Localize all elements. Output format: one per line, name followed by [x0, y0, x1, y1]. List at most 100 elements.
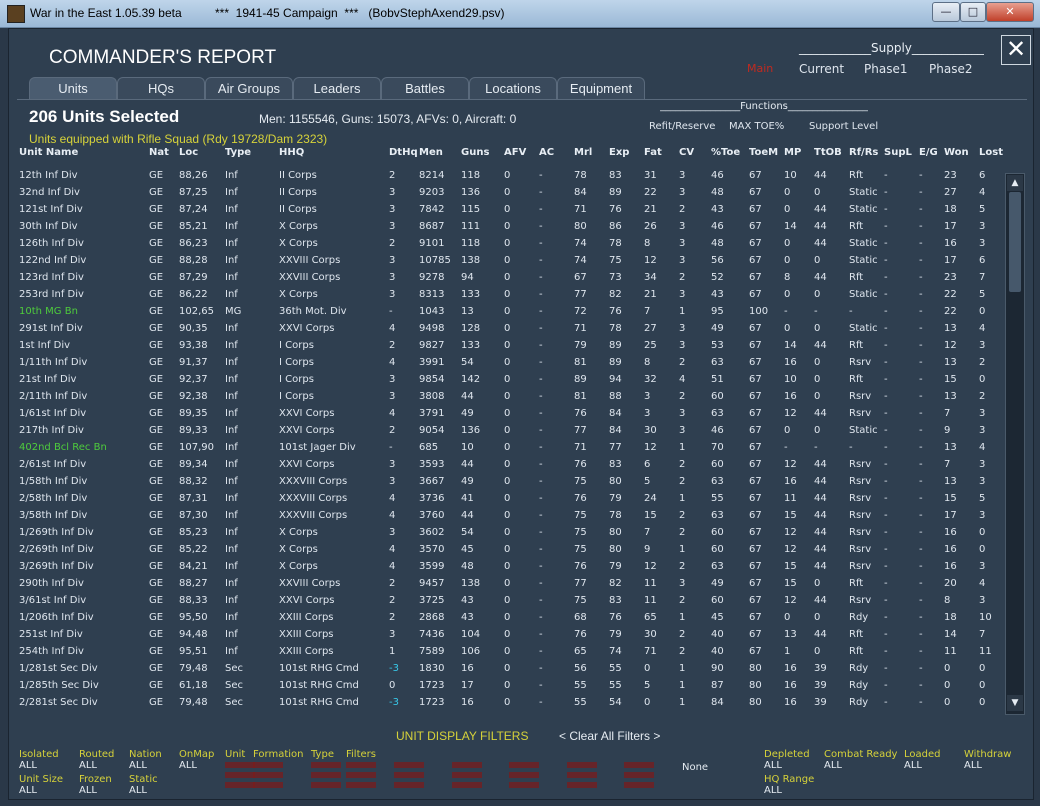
table-row[interactable]: 32nd Inf Div GE 87,25 Inf II Corps 3 9203 136 0 -…	[9, 185, 1009, 202]
table-scrollbar[interactable]: ▲ ▼	[1005, 173, 1025, 715]
cell-unit-name[interactable]: 1st Inf Div	[19, 340, 70, 351]
table-row[interactable]: 21st Inf Div GE 92,37 Inf I Corps 3 9854 142 0 - 8…	[9, 372, 1009, 389]
filter-isolated[interactable]: Isolated ALL	[19, 749, 59, 771]
filter-none[interactable]: None	[682, 762, 708, 773]
filter-combat-ready[interactable]: Combat Ready ALL	[824, 749, 897, 771]
col-header-afv[interactable]: AFV	[504, 147, 526, 158]
filter-option-chip[interactable]	[567, 762, 597, 768]
col-header-cv[interactable]: CV	[679, 147, 694, 158]
tab-air-groups[interactable]: Air Groups	[205, 77, 293, 100]
filter-option-chip[interactable]	[567, 782, 597, 788]
col-header-unit-name[interactable]: Unit Name	[19, 147, 78, 158]
filter-type[interactable]: Type	[311, 749, 334, 760]
col-header-fat[interactable]: Fat	[644, 147, 662, 158]
report-close-button[interactable]: ✕	[1001, 35, 1031, 65]
cell-unit-name[interactable]: 2/58th Inf Div	[19, 493, 87, 504]
supply-main[interactable]: Main	[747, 62, 773, 75]
col-header-mp[interactable]: MP	[784, 147, 801, 158]
table-row[interactable]: 3/58th Inf Div GE 87,30 Inf XXXVIII Corps 4 37…	[9, 508, 1009, 525]
table-row[interactable]: 123rd Inf Div GE 87,29 Inf XXVIII Corps 3 9278…	[9, 270, 1009, 287]
cell-unit-name[interactable]: 10th MG Bn	[19, 306, 78, 317]
table-row[interactable]: 2/58th Inf Div GE 87,31 Inf XXXVIII Corps 4 37…	[9, 491, 1009, 508]
table-row[interactable]: 217th Inf Div GE 89,33 Inf XXVI Corps 2 9054 13…	[9, 423, 1009, 440]
filter-option-chip[interactable]	[225, 782, 255, 788]
col-header-exp[interactable]: Exp	[609, 147, 629, 158]
cell-unit-name[interactable]: 291st Inf Div	[19, 323, 83, 334]
cell-unit-name[interactable]: 122nd Inf Div	[19, 255, 86, 266]
col-header-hhq[interactable]: HHQ	[279, 147, 304, 158]
filter-option-chip[interactable]	[567, 772, 597, 778]
cell-unit-name[interactable]: 3/61st Inf Div	[19, 595, 86, 606]
table-row[interactable]: 122nd Inf Div GE 88,28 Inf XXVIII Corps 3 1078…	[9, 253, 1009, 270]
filter-routed[interactable]: Routed ALL	[79, 749, 114, 771]
col-header-type[interactable]: Type	[225, 147, 251, 158]
cell-unit-name[interactable]: 2/281st Sec Div	[19, 697, 98, 708]
table-row[interactable]: 251st Inf Div GE 94,48 Inf XXIII Corps 3 7436 1…	[9, 627, 1009, 644]
maximize-button[interactable]: □	[960, 2, 986, 22]
filter-option-chip[interactable]	[253, 772, 283, 778]
cell-unit-name[interactable]: 1/285th Sec Div	[19, 680, 99, 691]
table-row[interactable]: 126th Inf Div GE 86,23 Inf X Corps 2 9101 118 0 -…	[9, 236, 1009, 253]
col-header-supl[interactable]: SupL	[884, 147, 912, 158]
cell-unit-name[interactable]: 123rd Inf Div	[19, 272, 84, 283]
table-row[interactable]: 3/61st Inf Div GE 88,33 Inf XXVI Corps 2 3725 4…	[9, 593, 1009, 610]
cell-unit-name[interactable]: 30th Inf Div	[19, 221, 78, 232]
table-row[interactable]: 1/58th Inf Div GE 88,32 Inf XXXVIII Corps 3 36…	[9, 474, 1009, 491]
table-row[interactable]: 1/11th Inf Div GE 91,37 Inf I Corps 4 3991 54 0 -…	[9, 355, 1009, 372]
table-row[interactable]: 2/281st Sec Div GE 79,48 Sec 101st RHG Cmd -3…	[9, 695, 1009, 712]
col-header-toe-pct[interactable]: %Toe	[711, 147, 740, 158]
filter-option-chip[interactable]	[394, 772, 424, 778]
refit-reserve-button[interactable]: Refit/Reserve	[649, 121, 715, 132]
cell-unit-name[interactable]: 217th Inf Div	[19, 425, 84, 436]
filter-unit[interactable]: Unit	[225, 749, 245, 760]
cell-unit-name[interactable]: 3/58th Inf Div	[19, 510, 87, 521]
tab-units[interactable]: Units	[29, 77, 117, 100]
table-row[interactable]: 1st Inf Div GE 93,38 Inf I Corps 2 9827 133 0 - 79…	[9, 338, 1009, 355]
filter-filters[interactable]: Filters	[346, 749, 376, 760]
table-row[interactable]: 30th Inf Div GE 85,21 Inf X Corps 3 8687 111 0 - 8…	[9, 219, 1009, 236]
filter-option-chip[interactable]	[624, 762, 654, 768]
cell-unit-name[interactable]: 402nd Bcl Rec Bn	[19, 442, 107, 453]
table-row[interactable]: 1/61st Inf Div GE 89,35 Inf XXVI Corps 4 3791 4…	[9, 406, 1009, 423]
col-header-eg[interactable]: E/G	[919, 147, 938, 158]
filter-option-chip[interactable]	[624, 772, 654, 778]
supply-phase1[interactable]: Phase1	[864, 62, 907, 76]
col-header-toem[interactable]: ToeM	[749, 147, 778, 158]
window-close-button[interactable]: ✕	[986, 2, 1034, 22]
filter-option-chip[interactable]	[225, 762, 255, 768]
cell-unit-name[interactable]: 2/269th Inf Div	[19, 544, 94, 555]
filter-option-chip[interactable]	[253, 782, 283, 788]
filter-onmap[interactable]: OnMap ALL	[179, 749, 214, 771]
filter-option-chip[interactable]	[509, 762, 539, 768]
table-row[interactable]: 1/285th Sec Div GE 61,18 Sec 101st RHG Cmd 0 1…	[9, 678, 1009, 695]
col-header-nat[interactable]: Nat	[149, 147, 169, 158]
filter-withdraw[interactable]: Withdraw ALL	[964, 749, 1011, 771]
filter-nation[interactable]: Nation ALL	[129, 749, 162, 771]
tab-hqs[interactable]: HQs	[117, 77, 205, 100]
cell-unit-name[interactable]: 121st Inf Div	[19, 204, 83, 215]
tab-battles[interactable]: Battles	[381, 77, 469, 100]
cell-unit-name[interactable]: 1/206th Inf Div	[19, 612, 94, 623]
cell-unit-name[interactable]: 32nd Inf Div	[19, 187, 80, 198]
table-row[interactable]: 10th MG Bn GE 102,65 MG 36th Mot. Div - 1043 13…	[9, 304, 1009, 321]
scroll-down-button[interactable]: ▼	[1007, 695, 1023, 711]
col-header-lost[interactable]: Lost	[979, 147, 1003, 158]
col-header-won[interactable]: Won	[944, 147, 969, 158]
col-header-men[interactable]: Men	[419, 147, 443, 158]
table-row[interactable]: 290th Inf Div GE 88,27 Inf XXVIII Corps 2 9457…	[9, 576, 1009, 593]
tab-equipment[interactable]: Equipment	[557, 77, 645, 100]
table-row[interactable]: 3/269th Inf Div GE 84,21 Inf X Corps 4 3599 48 0…	[9, 559, 1009, 576]
cell-unit-name[interactable]: 3/269th Inf Div	[19, 561, 94, 572]
filter-option-chip[interactable]	[624, 782, 654, 788]
filter-option-chip[interactable]	[346, 782, 376, 788]
table-row[interactable]: 2/269th Inf Div GE 85,22 Inf X Corps 4 3570 45 0…	[9, 542, 1009, 559]
cell-unit-name[interactable]: 1/61st Inf Div	[19, 408, 86, 419]
scroll-thumb[interactable]	[1009, 192, 1021, 292]
supply-current[interactable]: Current	[799, 62, 844, 76]
cell-unit-name[interactable]: 12th Inf Div	[19, 170, 78, 181]
max-toe-button[interactable]: MAX TOE%	[729, 121, 784, 132]
col-header-guns[interactable]: Guns	[461, 147, 489, 158]
col-header-ttob[interactable]: TtOB	[814, 147, 842, 158]
table-row[interactable]: 2/11th Inf Div GE 92,38 Inf I Corps 3 3808 44 0 -…	[9, 389, 1009, 406]
clear-filters-button[interactable]: < Clear All Filters >	[559, 729, 660, 743]
